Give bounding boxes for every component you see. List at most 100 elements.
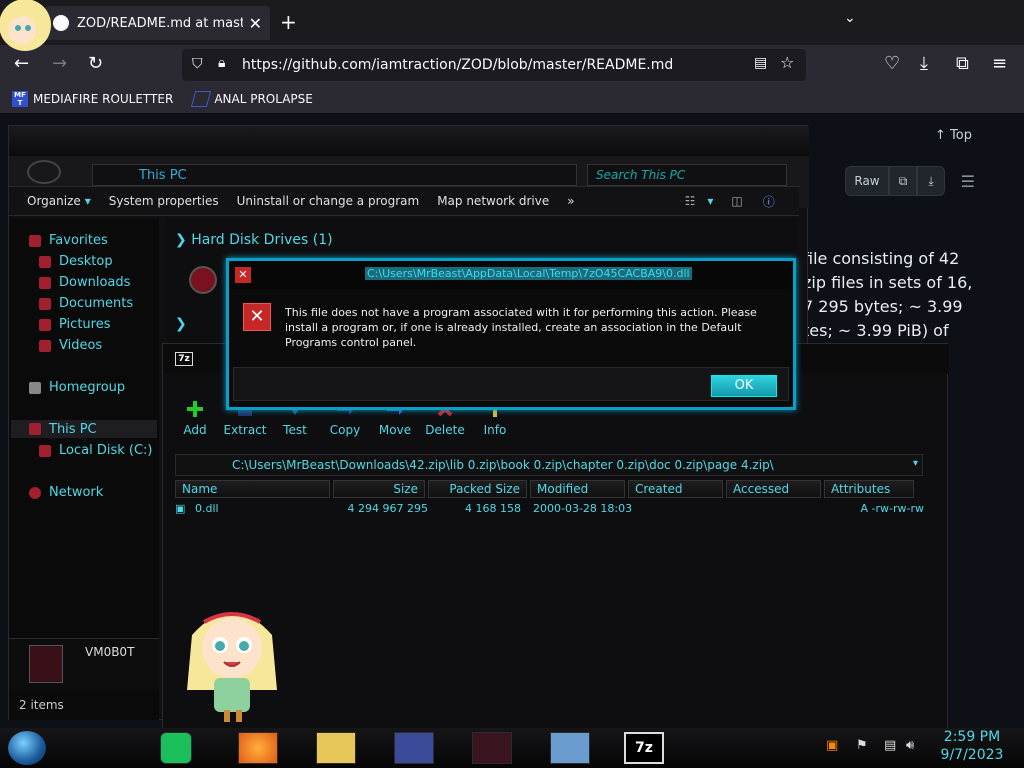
extensions-icon[interactable]: ⧉ (956, 53, 969, 74)
shield-icon[interactable]: ⛉ (192, 56, 203, 72)
nav-this-pc[interactable]: This PC (11, 420, 157, 438)
chevron-down-icon[interactable]: ⌄ (844, 10, 856, 26)
new-tab-icon[interactable]: + (280, 10, 297, 34)
reader-view-icon[interactable]: ▤ (754, 55, 767, 71)
back-nav-icon[interactable] (27, 160, 61, 184)
drive-icon[interactable] (189, 266, 217, 294)
view-options-icon[interactable]: ☷ (685, 194, 696, 208)
tab-title: ZOD/README.md at master · ia (77, 15, 243, 31)
firefox-icon[interactable] (238, 732, 278, 764)
nav-favorites[interactable]: Favorites (29, 233, 108, 248)
nav-pictures[interactable]: Pictures (39, 317, 110, 332)
column-attributes[interactable]: Attributes (824, 480, 914, 498)
ok-button[interactable]: OK (711, 375, 777, 397)
nav-desktop[interactable]: Desktop (39, 254, 113, 269)
nav-network[interactable]: Network (29, 485, 103, 500)
taskbar (0, 728, 1024, 768)
dropdown-arrow-icon[interactable]: ▾ (707, 194, 713, 208)
help-icon[interactable]: ⓘ (763, 193, 775, 210)
add-button[interactable]: Add (177, 399, 213, 449)
explorer-search-input[interactable]: Search This PC (587, 164, 787, 186)
url-text: https://github.com/iamtraction/ZOD/blob/… (242, 57, 674, 73)
list-icon[interactable]: ☰ (945, 172, 975, 191)
copy-icon[interactable]: ⧉ (889, 166, 917, 196)
hard-disk-group-header[interactable]: ❯ Hard Disk Drives (1) (175, 232, 333, 248)
start-button[interactable] (8, 731, 46, 765)
computer-details: VM0B0T (9, 638, 159, 690)
taskbar-clock[interactable]: 2:59 PM 9/7/2023 (936, 728, 1008, 764)
star-icon (29, 234, 41, 247)
nav-homegroup[interactable]: Homegroup (29, 380, 125, 395)
table-row[interactable]: ▣ 0.dll 4 294 967 295 4 168 158 2000-03-… (175, 502, 925, 520)
notes-app-icon[interactable] (160, 732, 192, 764)
computer-icon (29, 423, 41, 435)
network-app-icon[interactable] (550, 732, 590, 764)
bookmark-shape-icon (191, 91, 212, 107)
chevron-icon: ❯ (175, 232, 192, 248)
sevenzip-path-bar[interactable]: C:\Users\MrBeast\Downloads\42.zip\lib 0.… (175, 454, 923, 476)
nav-label: Desktop (59, 254, 113, 269)
download-icon[interactable]: ⤓ (917, 166, 945, 196)
uninstall-program-button[interactable]: Uninstall or change a program (237, 194, 420, 208)
dialog-title: C:\Users\MrBeast\AppData\Local\Temp\7zO4… (365, 267, 692, 280)
toolbar-label: Copy (329, 423, 361, 437)
close-tab-icon[interactable]: ✕ (249, 14, 262, 33)
menu-icon[interactable]: ≡ (992, 53, 1007, 74)
column-created[interactable]: Created (628, 480, 723, 498)
bookmark-mediafire[interactable]: MF T MEDIAFIRE ROULETTER (12, 91, 173, 107)
dropdown-arrow-icon[interactable]: ▾ (913, 458, 918, 469)
map-network-drive-button[interactable]: Map network drive (437, 194, 549, 208)
flag-icon[interactable]: ⚑ (856, 738, 868, 753)
tray-app-icon[interactable]: ▣ (826, 738, 838, 753)
app-icon[interactable] (472, 732, 512, 764)
nav-documents[interactable]: Documents (39, 296, 133, 311)
nav-videos[interactable]: Videos (39, 338, 102, 353)
organize-button[interactable]: Organize (27, 194, 81, 208)
dropdown-arrow-icon[interactable]: ▾ (85, 194, 91, 208)
file-toolbar: Raw ⧉ ⤓ ☰ (845, 165, 975, 197)
pictures-icon (39, 318, 51, 331)
column-accessed[interactable]: Accessed (726, 480, 821, 498)
readme-line: tes; ~ 3.99 PiB) of (803, 321, 949, 340)
readme-line: file consisting of 42 (803, 249, 960, 268)
computer-name: VM0B0T (85, 645, 135, 659)
reload-icon[interactable]: ↻ (88, 53, 103, 74)
url-bar[interactable]: ⛉ 🔒︎ https://github.com/iamtraction/ZOD/… (182, 49, 806, 81)
browser-tab[interactable]: ZOD/README.md at master · ia ✕ (45, 6, 270, 40)
column-name[interactable]: Name (175, 480, 330, 498)
dialog-title-bar: ✕ C:\Users\MrBeast\AppData\Local\Temp\7z… (229, 261, 793, 289)
lock-icon[interactable]: 🔒︎ (218, 55, 225, 71)
nav-local-disk[interactable]: Local Disk (C:) (39, 443, 152, 458)
volume-icon[interactable]: 🔊︎ (906, 738, 914, 753)
bookmark-star-icon[interactable]: ☆ (780, 53, 794, 72)
more-commands-button[interactable]: » (567, 194, 574, 208)
error-small-icon: ✕ (235, 267, 251, 283)
download-icon[interactable]: ⤓ (920, 53, 928, 74)
system-properties-button[interactable]: System properties (109, 194, 219, 208)
file-icon: ▣ (175, 502, 186, 515)
bookmark-second[interactable]: ANAL PROLAPSE (191, 91, 313, 107)
clock-time: 2:59 PM (943, 729, 1001, 745)
network-status-icon[interactable]: ▤ (884, 738, 896, 753)
sevenzip-app-icon: 7z (175, 352, 193, 366)
address-text: This PC (139, 167, 187, 183)
navigation-bar: ← → ↻ ⛉ 🔒︎ https://github.com/iamtractio… (0, 45, 1024, 85)
back-to-top-link[interactable]: ↑ Top (935, 128, 972, 143)
nav-label: Network (49, 485, 104, 500)
pocket-icon[interactable]: ♡ (884, 53, 900, 74)
nav-label: Favorites (49, 233, 108, 248)
column-size[interactable]: Size (333, 480, 425, 498)
file-created (641, 502, 836, 520)
nav-downloads[interactable]: Downloads (39, 275, 130, 290)
sevenzip-taskbar-icon[interactable]: 7z (624, 732, 664, 764)
file-explorer-icon[interactable] (316, 732, 356, 764)
control-panel-icon[interactable] (394, 732, 434, 764)
explorer-address-bar[interactable]: This PC (92, 164, 577, 186)
column-modified[interactable]: Modified (530, 480, 625, 498)
raw-button[interactable]: Raw (845, 166, 889, 196)
column-packed-size[interactable]: Packed Size (428, 480, 527, 498)
preview-pane-icon[interactable]: ◫ (731, 194, 742, 208)
file-list-header: Name Size Packed Size Modified Created A… (175, 480, 925, 498)
error-icon: ✕ (243, 303, 271, 331)
disk-icon (39, 444, 51, 457)
